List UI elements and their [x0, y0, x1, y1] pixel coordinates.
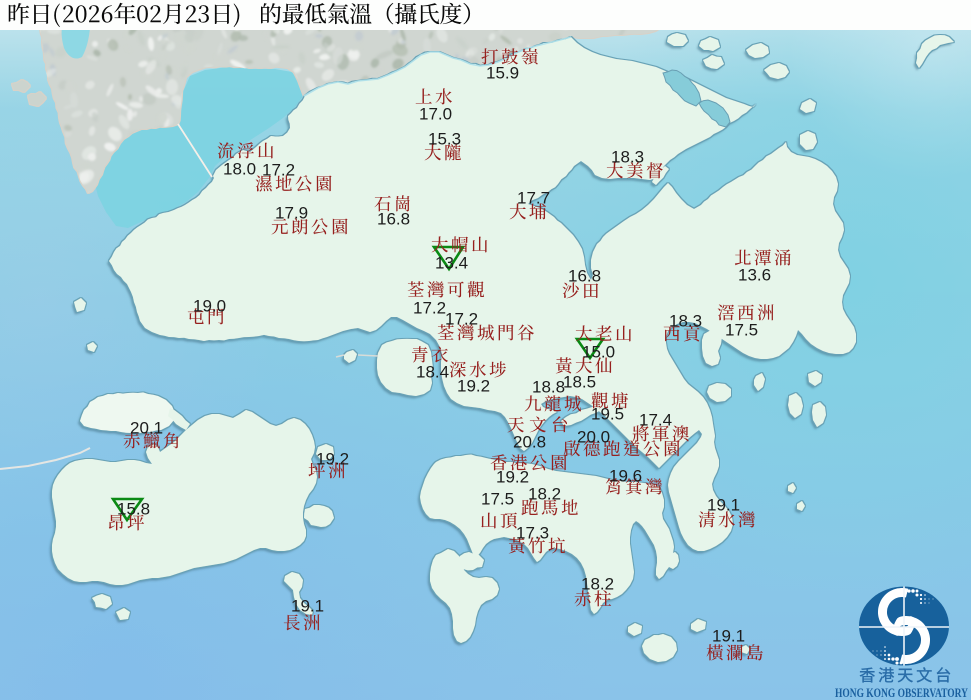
- svg-text:17.9: 17.9: [275, 203, 308, 222]
- svg-text:15.3: 15.3: [428, 129, 461, 148]
- svg-text:15.8: 15.8: [117, 499, 150, 518]
- svg-text:18.3: 18.3: [669, 311, 702, 330]
- svg-text:HONG KONG OBSERVATORY: HONG KONG OBSERVATORY: [835, 686, 968, 700]
- svg-text:16.8: 16.8: [377, 209, 410, 228]
- svg-text:18.2: 18.2: [581, 574, 614, 593]
- svg-text:18.2: 18.2: [528, 484, 561, 503]
- svg-text:19.1: 19.1: [291, 596, 324, 615]
- svg-text:19.2: 19.2: [457, 376, 490, 395]
- svg-text:18.8: 18.8: [532, 377, 565, 396]
- svg-text:20.8: 20.8: [513, 432, 546, 451]
- svg-text:17.5: 17.5: [481, 489, 514, 508]
- svg-text:13.6: 13.6: [738, 265, 771, 284]
- svg-text:17.0: 17.0: [419, 104, 452, 123]
- svg-text:19.2: 19.2: [496, 467, 529, 486]
- svg-text:17.4: 17.4: [639, 410, 672, 429]
- svg-text:18.4: 18.4: [416, 362, 449, 381]
- svg-text:19.0: 19.0: [193, 296, 226, 315]
- svg-text:17.2: 17.2: [262, 160, 295, 179]
- svg-text:17.7: 17.7: [517, 188, 550, 207]
- svg-text:17.2: 17.2: [445, 309, 478, 328]
- svg-text:19.5: 19.5: [591, 404, 624, 423]
- svg-text:18.0: 18.0: [223, 159, 256, 178]
- svg-text:17.2: 17.2: [413, 298, 446, 317]
- svg-text:19.1: 19.1: [707, 495, 740, 514]
- svg-text:13.4: 13.4: [435, 253, 468, 272]
- svg-text:19.6: 19.6: [609, 466, 642, 485]
- svg-text:16.8: 16.8: [568, 266, 601, 285]
- svg-text:15.0: 15.0: [582, 342, 615, 361]
- svg-text:19.2: 19.2: [316, 449, 349, 468]
- svg-text:20.0: 20.0: [577, 427, 610, 446]
- svg-text:19.1: 19.1: [712, 626, 745, 645]
- svg-text:15.9: 15.9: [486, 63, 519, 82]
- svg-text:17.3: 17.3: [516, 523, 549, 542]
- svg-text:18.5: 18.5: [563, 372, 596, 391]
- svg-text:17.5: 17.5: [725, 320, 758, 339]
- svg-text:20.1: 20.1: [130, 418, 163, 437]
- svg-text:18.3: 18.3: [611, 147, 644, 166]
